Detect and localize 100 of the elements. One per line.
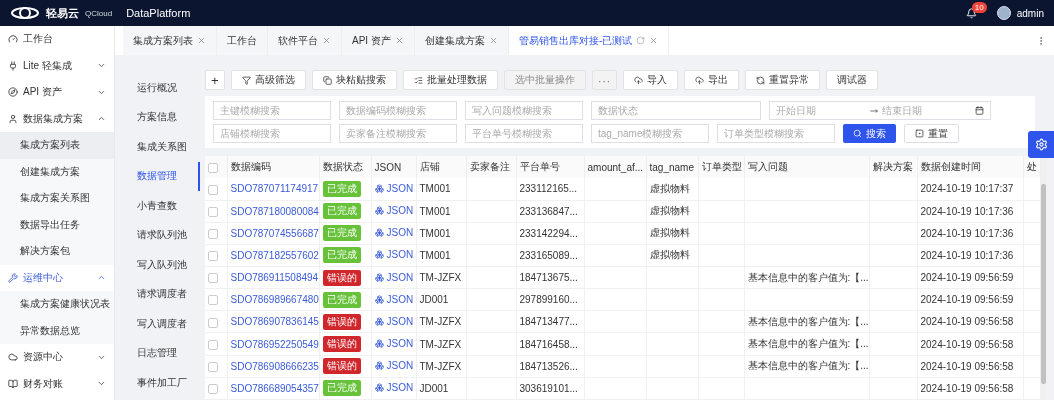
json-link[interactable]: JSON [374, 249, 414, 261]
status-tag: 错误的 [322, 358, 361, 375]
json-link[interactable]: JSON [374, 227, 414, 239]
search-field[interactable]: 卖家备注模糊搜索 [339, 124, 457, 143]
subnav-item[interactable]: 方案信息 [123, 102, 200, 132]
refresh-icon[interactable] [636, 36, 646, 45]
subnav-item[interactable]: 数据管理 [123, 161, 200, 191]
user-name[interactable]: admin [1016, 7, 1044, 19]
search-field[interactable]: 店铺模糊搜索 [213, 124, 331, 143]
status-tag: 错误的 [322, 269, 361, 286]
toolbar-button[interactable]: 批量处理数据 [402, 70, 498, 90]
subnav-item[interactable]: 日志管理 [123, 338, 200, 368]
sidebar-item[interactable]: 工作台 [0, 26, 114, 53]
search-button[interactable]: 搜索 [843, 124, 896, 143]
code-link[interactable]: SDO787180080084 [230, 205, 318, 217]
checkbox[interactable] [208, 229, 218, 240]
code-link[interactable]: SDO786911508494 [230, 272, 318, 284]
search-icon [853, 129, 862, 138]
subnav-item[interactable]: 事件加工厂 [123, 368, 200, 398]
sidebar-subitem[interactable]: 创建集成方案 [0, 158, 114, 185]
checkbox[interactable] [208, 295, 218, 306]
tab[interactable]: 软件平台 [268, 26, 342, 55]
checkbox[interactable] [208, 162, 218, 173]
subnav-item[interactable]: 集成关系图 [123, 132, 200, 162]
table-cell: 233142294... [519, 227, 578, 239]
json-link[interactable]: JSON [374, 271, 414, 283]
toolbar-button[interactable]: 高级筛选 [230, 70, 306, 90]
toolbar-button[interactable]: 导入 [622, 70, 678, 90]
status-tag: 错误的 [322, 313, 361, 330]
sidebar-item[interactable]: API 资产 [0, 79, 114, 106]
table-cell: TM-JZFX [419, 338, 462, 350]
close-icon[interactable] [488, 36, 498, 45]
close-icon[interactable] [649, 36, 659, 45]
checkbox[interactable] [208, 251, 218, 262]
subnav-item[interactable]: 小青查数 [123, 191, 200, 221]
json-link[interactable]: JSON [374, 360, 414, 372]
code-link[interactable]: SDO786989667480 [230, 294, 318, 306]
sidebar-item[interactable]: Lite 轻集成 [0, 52, 114, 79]
table-cell: JD001 [419, 382, 449, 394]
toolbar-button[interactable]: 重置异常 [744, 70, 820, 90]
tab[interactable]: 工作台 [217, 26, 268, 55]
toolbar-button[interactable]: 导出 [683, 70, 739, 90]
scrollbar-thumb[interactable] [1041, 184, 1047, 384]
column-header: 平台单号 [516, 156, 584, 178]
search-field[interactable]: 平台单号模糊搜索 [465, 124, 583, 143]
checkbox[interactable] [208, 206, 218, 217]
close-icon[interactable] [197, 36, 206, 45]
tab[interactable]: 创建集成方案 [414, 26, 509, 55]
toolbar-button[interactable]: 调试器 [825, 70, 878, 90]
json-link[interactable]: JSON [374, 293, 414, 305]
avatar[interactable] [996, 6, 1011, 20]
code-link[interactable]: SDO787074556687 [230, 227, 318, 239]
json-link[interactable]: JSON [374, 205, 414, 217]
checkbox[interactable] [208, 339, 218, 350]
toolbar-button[interactable]: 块粘贴搜索 [311, 70, 397, 90]
checkbox[interactable] [208, 384, 218, 395]
code-link[interactable]: SDO787071174917 [230, 183, 318, 195]
subnav-item[interactable]: 写入队列池 [123, 250, 200, 280]
json-link[interactable]: JSON [374, 182, 414, 194]
close-icon[interactable] [322, 36, 331, 45]
subnav-item[interactable]: 运行概况 [123, 73, 200, 103]
code-link[interactable]: SDO786908666235 [230, 360, 318, 372]
code-link[interactable]: SDO787182557602 [230, 250, 318, 261]
subnav-item[interactable]: 写入调度者 [123, 309, 200, 339]
sidebar-item[interactable]: 财务对账 [0, 370, 114, 397]
subnav-item[interactable]: 请求队列池 [123, 220, 200, 250]
sidebar-subitem[interactable]: 集成方案关系图 [0, 185, 114, 212]
code-link[interactable]: SDO786689054357 [230, 382, 318, 394]
checkbox[interactable] [208, 184, 218, 195]
sidebar-subitem[interactable]: 集成方案列表 [0, 132, 114, 159]
sidebar-item[interactable]: 数据集成方案 [0, 105, 114, 132]
select-field[interactable]: 数据状态 [591, 101, 761, 120]
json-link[interactable]: JSON [374, 338, 414, 350]
checkbox[interactable] [208, 317, 218, 328]
toolbar-button[interactable]: + [205, 70, 225, 90]
search-field[interactable]: 主键模糊搜索 [213, 101, 331, 120]
sidebar-subitem[interactable]: 异常数据总览 [0, 317, 114, 344]
sidebar-subitem[interactable]: 集成方案健康状况表 [0, 291, 114, 318]
search-field[interactable]: 写入问题模糊搜索 [465, 101, 583, 120]
json-link[interactable]: JSON [374, 315, 414, 327]
sidebar-subitem[interactable]: 数据导出任务 [0, 211, 114, 238]
search-field[interactable]: 数据编码模糊搜索 [339, 101, 457, 120]
sidebar-item[interactable]: 运维中心 [0, 264, 114, 291]
table-cell: 虚拟物料 [649, 249, 690, 261]
sidebar-subitem[interactable]: 解决方案包 [0, 238, 114, 265]
tab[interactable]: 集成方案列表 [123, 26, 217, 55]
sidebar-item[interactable]: 资源中心 [0, 344, 114, 371]
bell-icon[interactable] [965, 7, 977, 19]
code-link[interactable]: SDO786952250549 [230, 338, 318, 350]
reset-button[interactable]: 重置 [904, 124, 959, 143]
search-field[interactable]: 订单类型模糊搜索 [717, 124, 835, 143]
json-link[interactable]: JSON [374, 382, 414, 394]
close-icon[interactable] [394, 36, 404, 45]
search-field[interactable]: tag_name模糊搜索 [591, 124, 709, 143]
checkbox[interactable] [208, 361, 218, 372]
checkbox[interactable] [208, 273, 218, 284]
subnav-item[interactable]: 请求调度者 [123, 279, 200, 309]
settings-button[interactable] [1028, 131, 1054, 158]
code-link[interactable]: SDO786907836145 [230, 316, 318, 328]
tab[interactable]: API 资产 [342, 26, 415, 55]
